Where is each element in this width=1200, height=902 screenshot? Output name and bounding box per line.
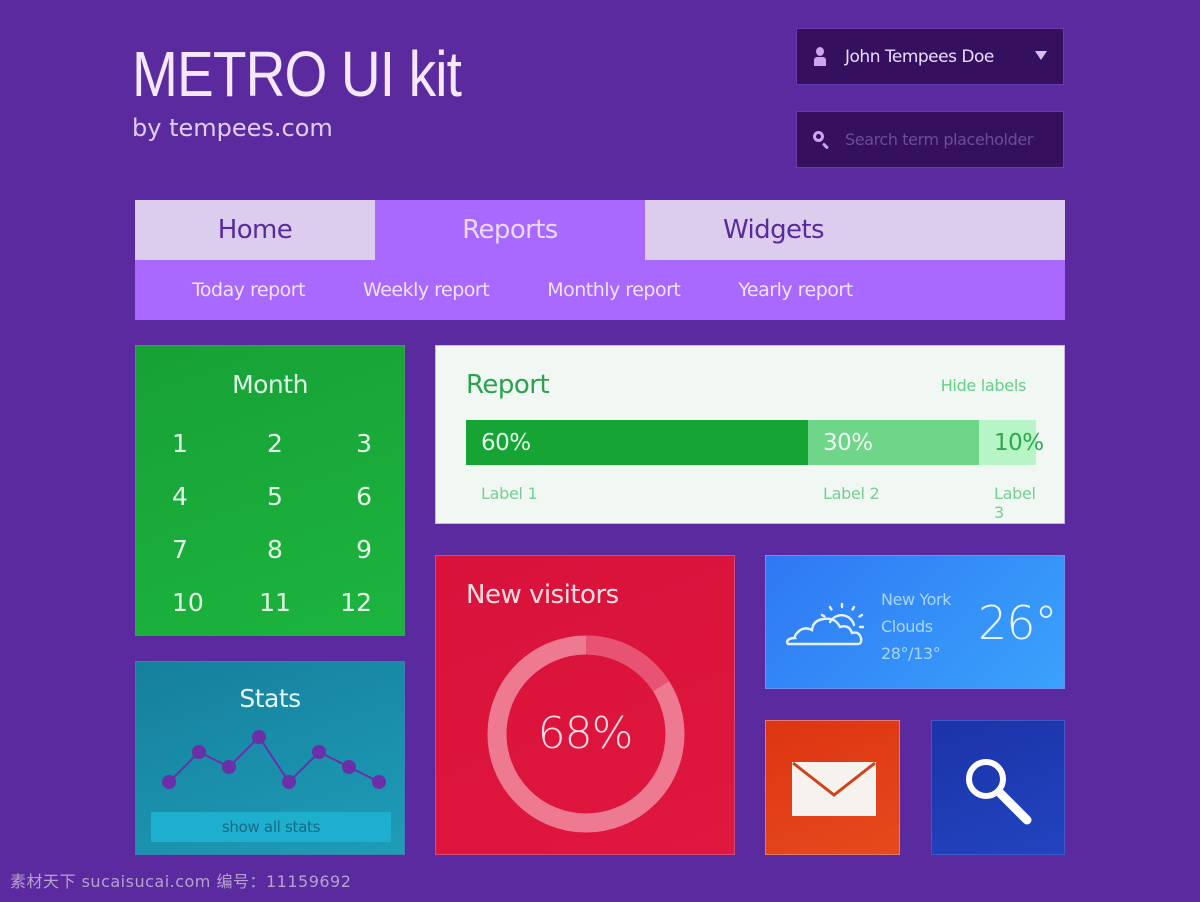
weather-temperature: 26° — [978, 596, 1058, 650]
brand-subtitle: by tempees.com — [132, 114, 333, 142]
report-label-1: Label 1 — [481, 484, 538, 503]
month-day[interactable]: 11 — [233, 583, 316, 622]
month-title: Month — [232, 370, 308, 399]
tab-reports[interactable]: Reports — [375, 200, 645, 260]
tab-widgets[interactable]: Widgets — [645, 200, 1065, 260]
subtab-yearly-report[interactable]: Yearly report — [738, 279, 853, 301]
visitors-percent: 68% — [537, 708, 634, 759]
report-segment-1: 60% — [466, 420, 808, 465]
tab-home[interactable]: Home — [135, 200, 375, 260]
report-stacked-bar: 60% 30% 10% — [466, 420, 1044, 465]
month-day[interactable]: 4 — [150, 477, 233, 516]
mail-icon — [792, 762, 876, 816]
report-tile: Report Hide labels 60% 30% 10% Label 1 L… — [435, 345, 1065, 524]
month-day[interactable]: 8 — [233, 530, 316, 569]
donut-remainder — [585, 635, 670, 692]
new-visitors-tile: New visitors 68% — [435, 555, 735, 855]
stats-point — [252, 730, 266, 744]
report-label-2: Label 2 — [823, 484, 880, 503]
mail-tile[interactable] — [765, 720, 900, 855]
report-label-3: Label 3 — [994, 484, 1036, 522]
month-day[interactable]: 7 — [150, 530, 233, 569]
search-icon — [966, 759, 1032, 825]
weather-info: New York Clouds 28°/13° — [881, 586, 951, 667]
weather-city: New York — [881, 590, 952, 609]
month-grid: 1 2 3 4 5 6 7 8 9 10 11 12 — [150, 424, 400, 622]
hide-labels-link[interactable]: Hide labels — [941, 376, 1027, 395]
brand-title: METRO UI kit — [132, 38, 462, 110]
main-navigation: Home Reports Widgets Today report Weekly… — [135, 200, 1065, 320]
stats-tile: Stats show all stats — [135, 661, 405, 855]
month-day[interactable]: 1 — [150, 424, 233, 463]
month-day[interactable]: 6 — [317, 477, 400, 516]
caret-down-icon[interactable] — [1035, 51, 1047, 60]
month-day[interactable]: 12 — [317, 583, 400, 622]
user-menu-dropdown[interactable]: John Tempees Doe — [796, 28, 1064, 85]
subtab-monthly-report[interactable]: Monthly report — [547, 279, 681, 301]
month-day[interactable]: 9 — [317, 530, 400, 569]
stats-point — [222, 760, 236, 774]
user-name: John Tempees Doe — [845, 46, 994, 67]
stats-line — [168, 735, 380, 784]
stats-point — [372, 775, 386, 789]
report-segment-2: 30% — [808, 420, 979, 465]
month-tile: Month 1 2 3 4 5 6 7 8 9 10 11 12 — [135, 345, 405, 636]
stats-point — [342, 760, 356, 774]
partly-cloudy-icon — [785, 602, 864, 646]
stats-point — [282, 775, 296, 789]
stats-point — [312, 745, 326, 759]
visitors-donut — [487, 635, 685, 833]
subtab-weekly-report[interactable]: Weekly report — [363, 279, 490, 301]
month-day[interactable]: 5 — [233, 477, 316, 516]
watermark-text: 素材天下 sucaisucai.com 编号：11159692 — [10, 872, 352, 891]
show-all-stats-button[interactable]: show all stats — [151, 812, 391, 842]
month-day[interactable]: 10 — [150, 583, 233, 622]
stats-point — [162, 775, 176, 789]
search-icon — [813, 130, 831, 150]
month-day[interactable]: 3 — [317, 424, 400, 463]
tab-bar: Home Reports Widgets — [135, 200, 1065, 260]
weather-range: 28°/13° — [881, 644, 941, 663]
report-title: Report — [466, 370, 550, 400]
subtab-today-report[interactable]: Today report — [192, 279, 306, 301]
sub-navigation: Today report Weekly report Monthly repor… — [135, 260, 1065, 320]
month-day[interactable]: 2 — [233, 424, 316, 463]
weather-condition: Clouds — [881, 617, 933, 636]
weather-tile[interactable]: New York Clouds 28°/13° 26° — [765, 555, 1065, 689]
search-tile[interactable] — [931, 720, 1065, 855]
search-input[interactable] — [845, 130, 1055, 149]
search-box[interactable] — [796, 111, 1064, 168]
report-segment-3: 10% — [979, 420, 1044, 465]
user-icon — [813, 46, 827, 67]
stats-point — [192, 745, 206, 759]
